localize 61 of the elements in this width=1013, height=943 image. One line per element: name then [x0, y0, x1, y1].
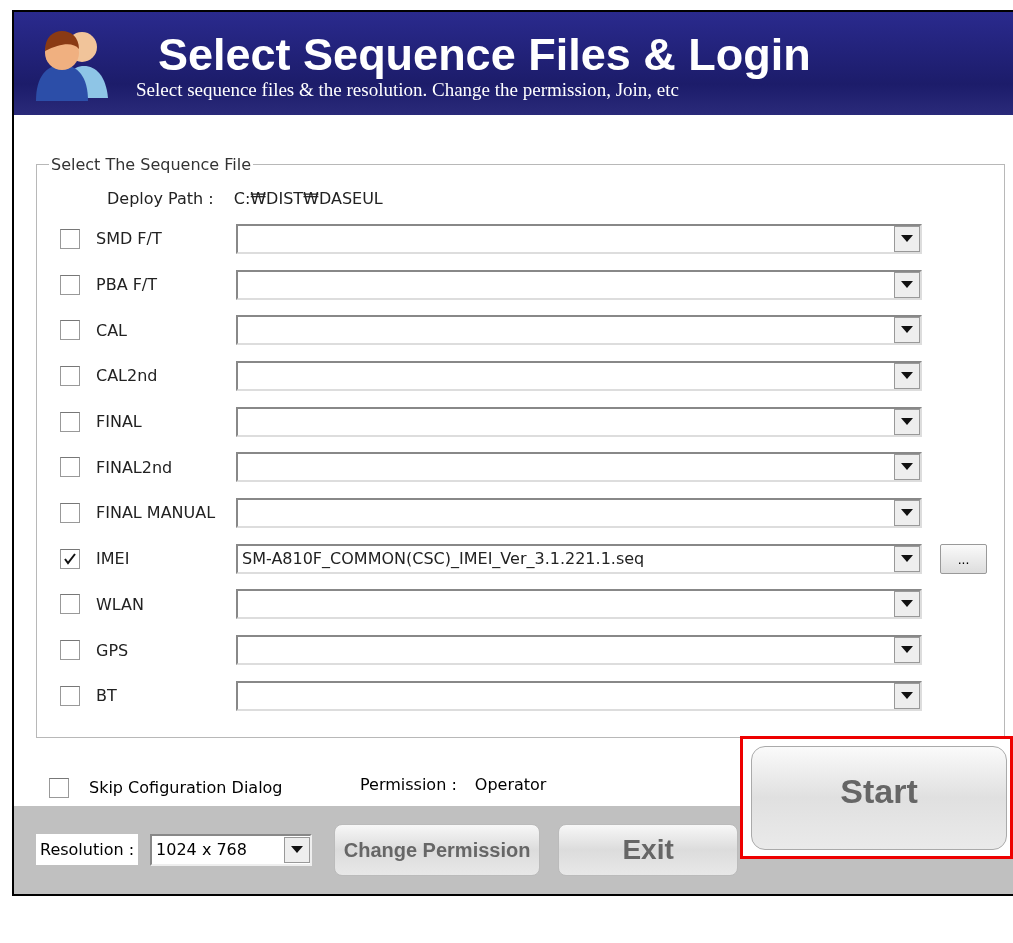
checkbox[interactable] — [60, 274, 80, 295]
checkbox[interactable] — [60, 594, 80, 615]
checkbox[interactable] — [60, 640, 80, 661]
sequence-label: CAL2nd — [96, 366, 159, 386]
change-permission-button[interactable]: Change Permission — [334, 823, 541, 876]
permission-label: Permission : — [360, 774, 457, 794]
dropdown-arrow-icon — [901, 463, 913, 472]
sequence-label: FINAL MANUAL — [96, 503, 217, 523]
checkbox[interactable] — [60, 320, 80, 341]
dropdown-arrow-icon — [901, 508, 913, 517]
dropdown-arrow-icon — [901, 417, 913, 426]
checkbox[interactable] — [60, 685, 80, 706]
start-button[interactable]: Start — [751, 745, 1007, 850]
sequence-dropdown[interactable] — [236, 406, 922, 437]
skip-dialog-label: Skip Cofiguration Dialog — [89, 778, 283, 798]
browse-button[interactable]: ... — [940, 543, 987, 574]
sequence-dropdown[interactable] — [236, 452, 922, 483]
sequence-label: BT — [96, 686, 118, 706]
check-icon — [63, 551, 77, 566]
sequence-label: SMD F/T — [96, 229, 163, 249]
sequence-label: WLAN — [96, 594, 145, 614]
checkbox[interactable] — [60, 411, 80, 432]
checkbox[interactable] — [49, 777, 69, 798]
checkbox[interactable] — [60, 548, 80, 569]
header-subtitle: Select sequence files & the resolution. Change the permission, Join, etc — [136, 78, 680, 101]
sequence-dropdown[interactable] — [236, 635, 922, 666]
exit-button[interactable]: Exit — [558, 823, 739, 876]
dropdown-arrow-icon — [901, 600, 913, 609]
dropdown-arrow-icon — [901, 280, 913, 289]
dropdown-arrow-icon — [901, 691, 913, 700]
permission-value: Operator — [474, 774, 547, 794]
dropdown-arrow-icon — [901, 646, 913, 655]
sequence-label: IMEI — [96, 549, 131, 569]
sequence-dropdown[interactable] — [236, 223, 922, 254]
resolution-label: Resolution : — [36, 834, 139, 866]
sequence-dropdown[interactable] — [236, 589, 922, 620]
checkbox[interactable] — [60, 228, 80, 249]
header-title: Select Sequence Files & Login — [158, 30, 811, 79]
sequence-dropdown[interactable] — [236, 269, 922, 300]
sequence-dropdown[interactable] — [236, 360, 922, 391]
sequence-label: GPS — [96, 640, 130, 660]
deploy-path-value: C:₩DIST₩DASEUL — [233, 188, 383, 208]
sequence-dropdown[interactable] — [236, 680, 922, 711]
sequence-dropdown[interactable]: SM-A810F_COMMON(CSC)_IMEI_Ver_3.1.221.1.seq — [236, 543, 922, 574]
dropdown-arrow-icon — [901, 554, 913, 563]
dropdown-arrow-icon — [291, 845, 304, 854]
sequence-label: FINAL2nd — [96, 457, 174, 477]
checkbox[interactable] — [60, 457, 80, 478]
sequence-label: FINAL — [96, 412, 143, 432]
dropdown-arrow-icon — [901, 234, 913, 243]
sequence-dropdown[interactable] — [236, 497, 922, 528]
deploy-path-label: Deploy Path : — [107, 188, 214, 208]
resolution-dropdown[interactable]: 1024 x 768 — [150, 833, 313, 866]
checkbox[interactable] — [60, 502, 80, 523]
sequence-dropdown[interactable] — [236, 315, 922, 346]
sequence-label: CAL — [96, 320, 129, 340]
sequence-label: PBA F/T — [96, 275, 159, 295]
dropdown-arrow-icon — [901, 326, 913, 335]
dropdown-arrow-icon — [901, 371, 913, 380]
group-title: Select The Sequence File — [50, 155, 253, 174]
checkbox[interactable] — [60, 365, 80, 386]
